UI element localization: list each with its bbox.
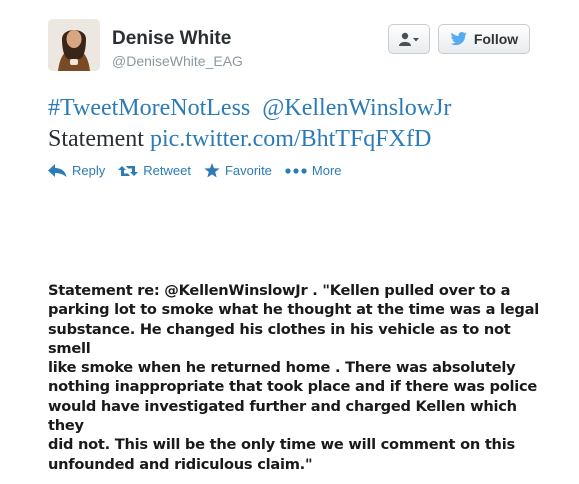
statement-image[interactable]: Statement re: @KellenWinslowJr . "Kellen… <box>48 281 548 474</box>
statement-line: unfounded and ridiculous claim." <box>48 455 313 473</box>
statement-line: Statement re: @KellenWinslowJr . "Kellen… <box>48 282 511 299</box>
follow-label: Follow <box>473 31 519 47</box>
retweet-button[interactable]: Retweet <box>118 163 191 178</box>
favorite-button[interactable]: Favorite <box>204 163 272 178</box>
profile-photo <box>48 19 100 71</box>
user-actions-button[interactable] <box>388 24 430 54</box>
more-label: More <box>311 163 342 178</box>
follow-button[interactable]: Follow <box>438 24 530 54</box>
tweet-word: Statement <box>48 126 144 152</box>
author-handle[interactable]: @DeniseWhite_EAG <box>112 53 243 69</box>
avatar[interactable] <box>48 19 100 71</box>
reply-label: Reply <box>72 163 106 178</box>
favorite-label: Favorite <box>224 163 272 178</box>
user-dropdown-icon <box>399 32 419 46</box>
reply-button[interactable]: Reply <box>48 163 105 178</box>
statement-line: substance. He changed his clothes in his… <box>48 320 511 357</box>
statement-line: like smoke when he returned home . There… <box>48 359 516 377</box>
tweet-text: #TweetMoreNotLess @KellenWinslowJr State… <box>48 93 548 155</box>
twitter-bird-icon <box>450 32 467 46</box>
hashtag-link[interactable]: #TweetMoreNotLess <box>48 95 250 121</box>
tweet-actions: Reply Retweet Favorite More <box>48 163 355 178</box>
statement-line: parking lot to smoke what he thought at … <box>48 301 539 319</box>
pic-link[interactable]: pic.twitter.com/BhtTFqFXfD <box>150 126 431 152</box>
retweet-label: Retweet <box>143 163 191 178</box>
more-button[interactable]: More <box>285 163 342 178</box>
more-dots-icon <box>285 167 307 174</box>
star-icon <box>204 163 220 178</box>
reply-icon <box>48 164 67 177</box>
mention-link[interactable]: @KellenWinslowJr <box>262 95 451 121</box>
statement-line: would have investigated further and char… <box>48 397 517 435</box>
statement-line: did not. This will be the only time we w… <box>48 436 515 454</box>
retweet-icon <box>118 165 139 176</box>
statement-line: nothing inappropriate that took place an… <box>48 378 538 396</box>
author-name[interactable]: Denise White <box>112 28 231 50</box>
